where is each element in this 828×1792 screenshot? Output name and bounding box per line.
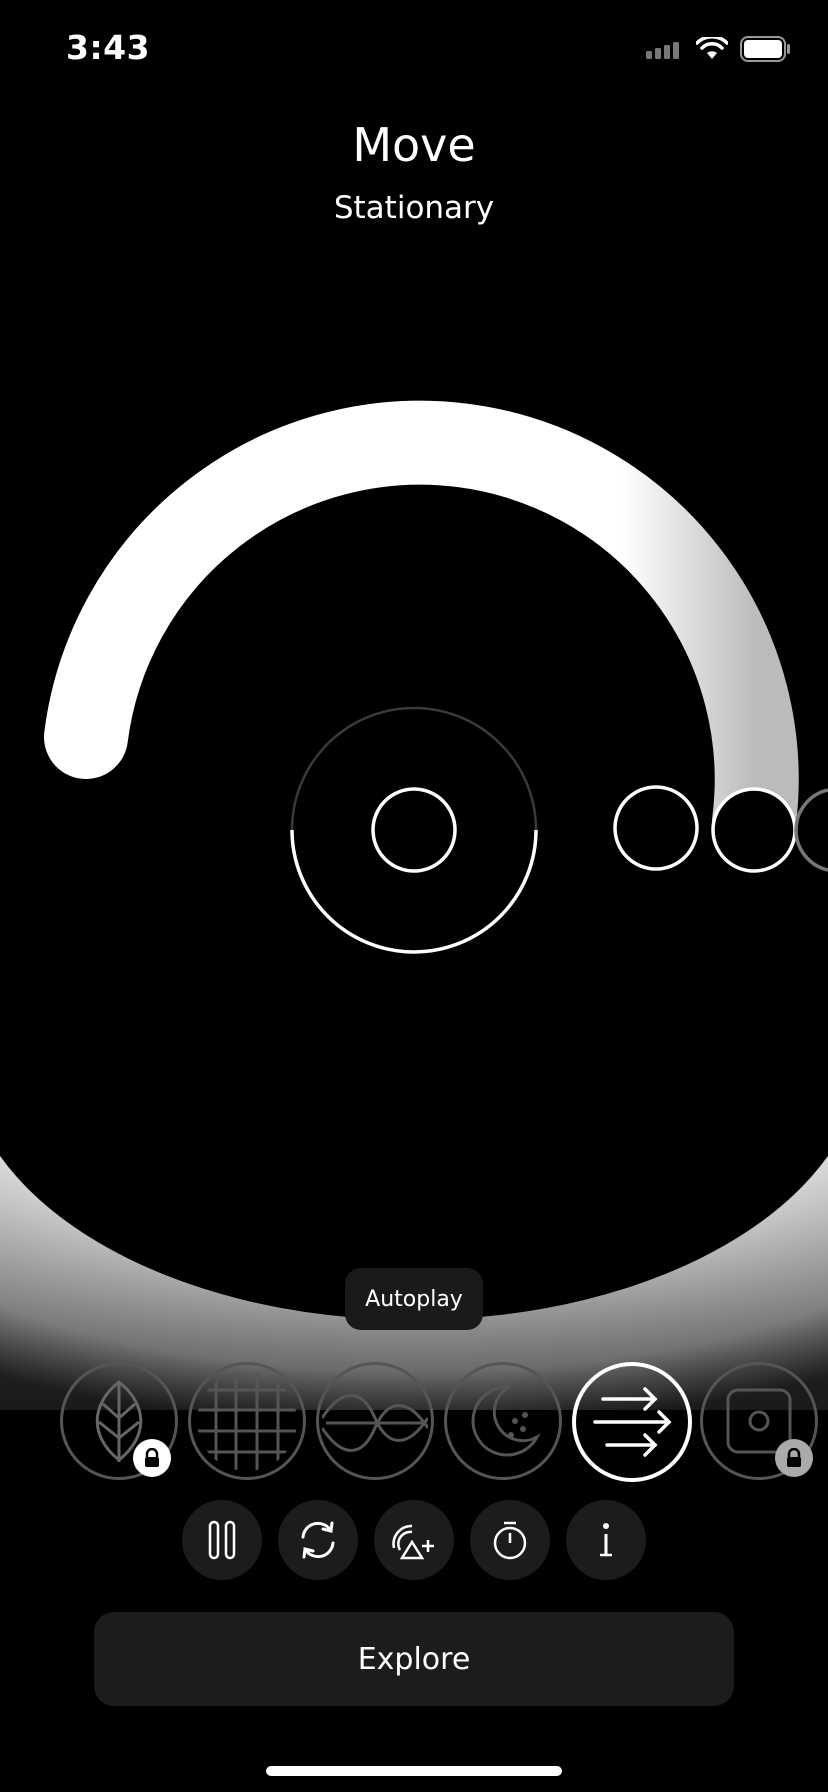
explore-button[interactable]: Explore — [94, 1612, 734, 1706]
autoplay-button[interactable]: Autoplay — [345, 1268, 483, 1330]
outer-ring — [290, 706, 538, 954]
mode-selector — [0, 1362, 828, 1482]
mode-leaf-button[interactable] — [60, 1362, 178, 1480]
add-scene-icon — [392, 1524, 434, 1560]
orbit-circle-2 — [711, 787, 797, 873]
lock-icon — [145, 1448, 159, 1467]
pause-icon — [208, 1520, 236, 1560]
refresh-icon — [301, 1521, 335, 1559]
orbit-circle-1 — [613, 785, 699, 871]
center-circle — [371, 787, 457, 873]
status-time: 3:43 — [66, 28, 151, 67]
grid-icon — [197, 1371, 297, 1471]
add-scene-button[interactable] — [374, 1500, 454, 1580]
lock-badge-square — [775, 1439, 813, 1477]
battery-icon — [740, 36, 790, 62]
page-subtitle: Stationary — [333, 190, 495, 226]
mode-wave-button[interactable] — [316, 1362, 434, 1480]
mode-arrows-button[interactable] — [572, 1362, 692, 1482]
moon-icon — [471, 1385, 541, 1457]
cellular-signal-icon — [646, 42, 679, 59]
control-bar — [0, 1500, 828, 1580]
wifi-icon — [696, 37, 728, 59]
orbit-circle-3 — [794, 788, 828, 872]
status-icons — [644, 36, 792, 62]
home-indicator[interactable] — [266, 1766, 562, 1776]
pause-button[interactable] — [182, 1500, 262, 1580]
page-title: Move — [352, 118, 476, 172]
mode-square-button[interactable] — [700, 1362, 818, 1480]
progress-arc — [44, 400, 799, 864]
timer-icon — [493, 1521, 527, 1560]
arrows-icon — [593, 1387, 672, 1457]
info-icon — [600, 1523, 612, 1557]
mode-moon-button[interactable] — [444, 1362, 562, 1480]
lock-badge-leaf — [133, 1439, 171, 1477]
info-button[interactable] — [566, 1500, 646, 1580]
mode-grid-button[interactable] — [188, 1362, 306, 1480]
lock-icon — [787, 1448, 801, 1467]
outer-ring-highlight — [290, 829, 538, 954]
refresh-button[interactable] — [278, 1500, 358, 1580]
timer-button[interactable] — [470, 1500, 550, 1580]
wave-icon — [322, 1394, 428, 1452]
